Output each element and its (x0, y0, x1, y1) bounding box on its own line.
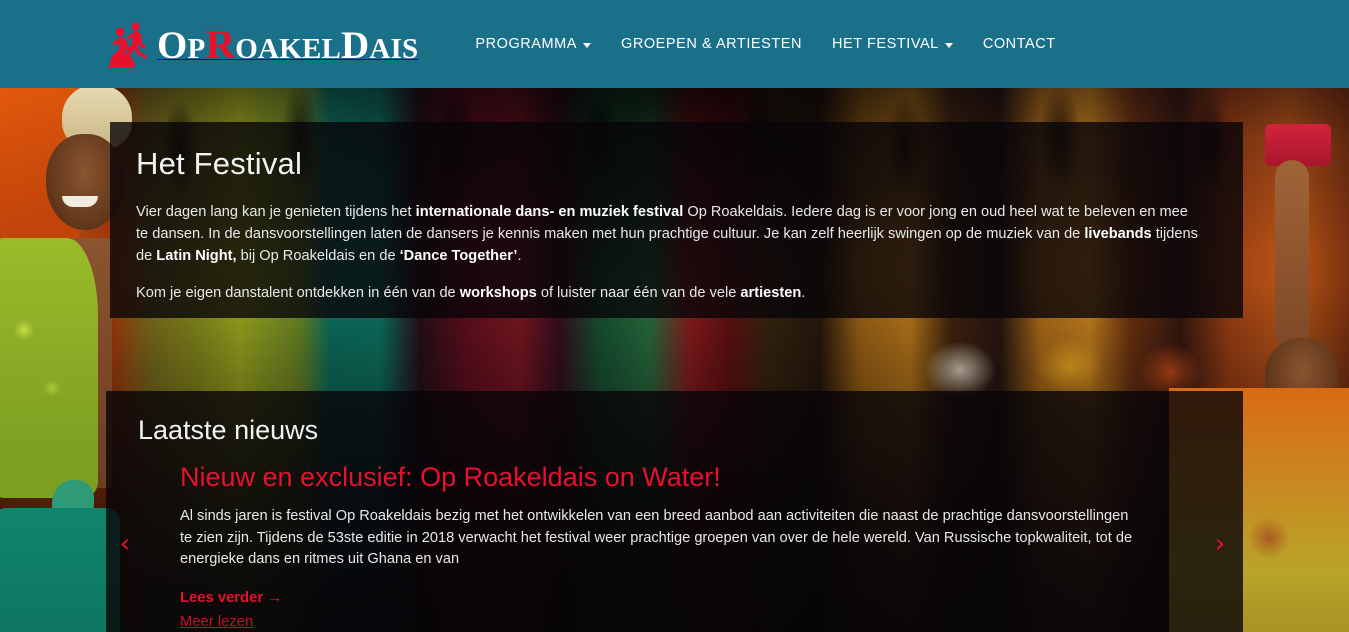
logo-part-1: P (187, 32, 206, 65)
logo-part-0: O (157, 23, 188, 67)
nav-item-groepen-artiesten[interactable]: GROEPEN & ARTIESTEN (619, 32, 804, 56)
dancing-couple-icon (108, 22, 147, 68)
hero-p1-bold2: livebands (1084, 226, 1152, 242)
logo-part-4: D (341, 23, 370, 67)
hero-p1-bold1: internationale dans- en muziek festival (415, 204, 684, 220)
hero-paragraph-2: Kom je eigen danstalent ontdekken in één… (136, 282, 1203, 304)
site-logo-wordmark: OPROAKELDAIS (157, 20, 419, 67)
nav-item-contact[interactable]: CONTACT (981, 32, 1058, 56)
chevron-right-icon: › (1214, 529, 1226, 559)
nav-label-groepen-artiesten: GROEPEN & ARTIESTEN (621, 36, 803, 52)
page-root: OPROAKELDAIS PROGRAMMA GROEPEN & ARTIEST… (0, 0, 1349, 632)
hero-p2-seg3: . (801, 285, 806, 301)
news-headline[interactable]: Nieuw en exclusief: Op Roakeldais on Wat… (180, 462, 1179, 492)
read-more-link[interactable]: Lees verder → (180, 590, 282, 606)
news-slide: Nieuw en exclusief: Op Roakeldais on Wat… (180, 462, 1179, 630)
foreground-dancer-left (0, 84, 132, 632)
nav-item-programma[interactable]: PROGRAMMA (473, 32, 593, 56)
chevron-down-icon (583, 42, 591, 48)
carousel-prev-button[interactable]: ‹ (112, 529, 138, 559)
hero-body: Vier dagen lang kan je genieten tijdens … (136, 201, 1203, 304)
nav-label-contact: CONTACT (982, 36, 1056, 52)
news-excerpt: Al sinds jaren is festival Op Roakeldais… (180, 508, 1133, 568)
nav-label-het-festival: HET FESTIVAL (832, 36, 939, 52)
hero-paragraph-1: Vier dagen lang kan je genieten tijdens … (136, 201, 1203, 267)
raised-arm (1275, 160, 1309, 350)
chevron-left-icon: ‹ (119, 529, 131, 559)
hero-p1-bold4: ‘Dance Together’ (399, 248, 518, 264)
dancer-smile (62, 196, 98, 207)
logo-part-5: AIS (369, 32, 419, 65)
hero-p1-seg5: . (517, 248, 522, 264)
teal-shorts (0, 508, 120, 632)
site-header: OPROAKELDAIS PROGRAMMA GROEPEN & ARTIEST… (0, 0, 1349, 88)
hero-p2-bold2: artiesten (740, 285, 802, 301)
nav-item-het-festival[interactable]: HET FESTIVAL (830, 32, 955, 56)
nav-label-programma: PROGRAMMA (475, 36, 577, 52)
latest-news-panel: Laatste nieuws ‹ › Nieuw en exclusief: O… (106, 391, 1243, 632)
hero-p2-seg1: Kom je eigen danstalent ontdekken in één… (136, 285, 460, 301)
main-navigation: PROGRAMMA GROEPEN & ARTIESTEN HET FESTIV… (473, 32, 1057, 56)
hero-panel: Het Festival Vier dagen lang kan je geni… (110, 122, 1243, 318)
logo-part-3: OAKEL (235, 32, 342, 65)
hero-title: Het Festival (136, 146, 303, 181)
site-logo[interactable]: OPROAKELDAIS (105, 20, 418, 68)
hero-p2-seg2: of luister naar één van de vele (536, 285, 741, 301)
news-section-title: Laatste nieuws (138, 415, 319, 445)
logo-part-2: R (205, 20, 236, 67)
carousel-next-button[interactable]: › (1207, 529, 1233, 559)
hero-p1-bold3: Latin Night, (156, 248, 237, 264)
hero-p1-seg4: bij Op Roakeldais en de (236, 248, 400, 264)
chevron-down-icon (944, 42, 953, 48)
red-hat (1265, 124, 1331, 166)
hero-p2-bold1: workshops (459, 285, 537, 301)
green-patterned-top (0, 238, 98, 498)
read-more-secondary-link[interactable]: Meer lezen (180, 614, 1179, 630)
hero-p1-seg1: Vier dagen lang kan je genieten tijdens … (136, 204, 416, 220)
